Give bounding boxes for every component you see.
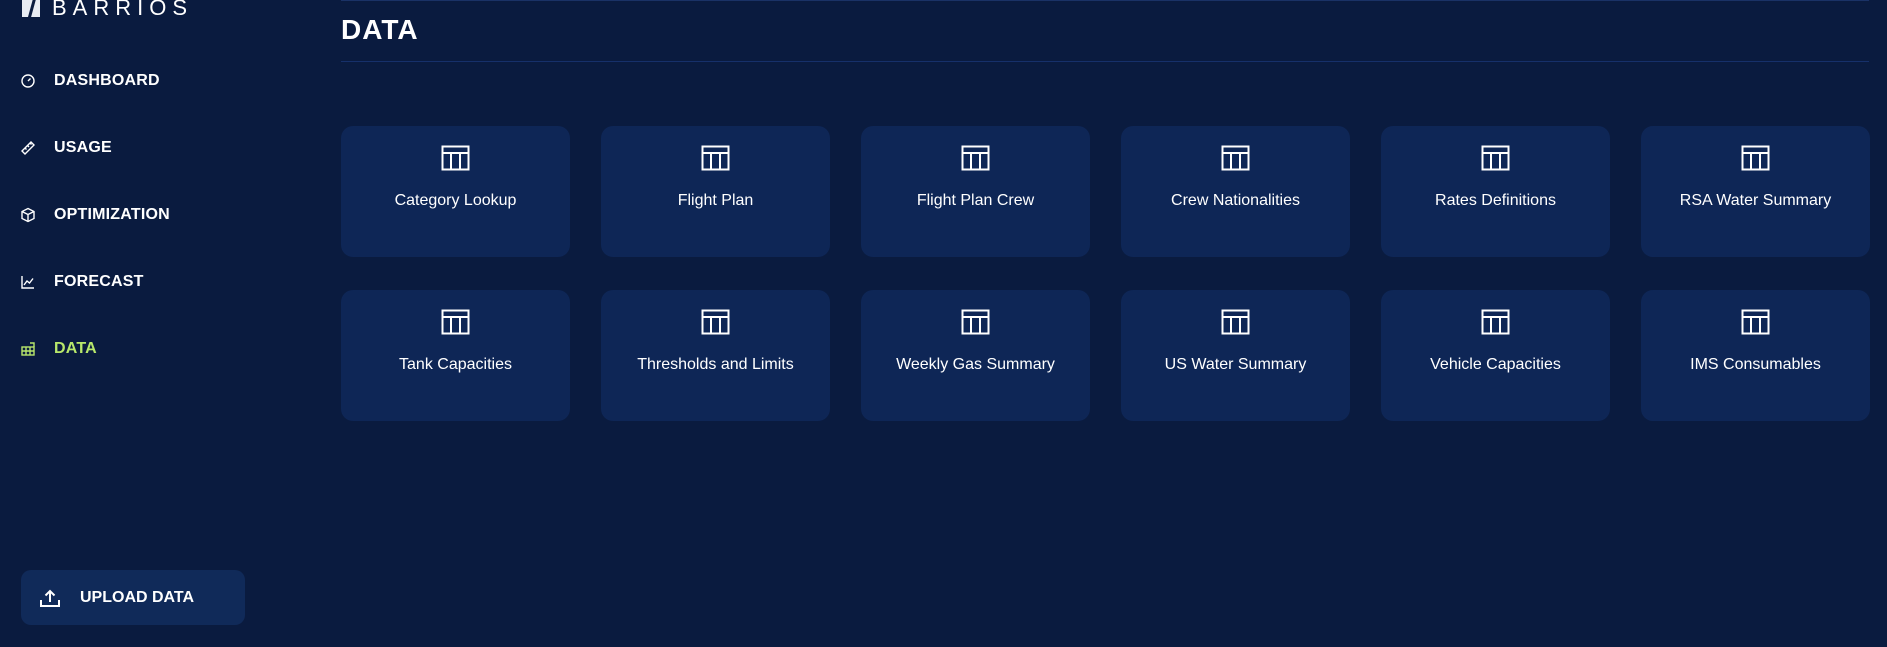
card-label: Vehicle Capacities	[1430, 356, 1561, 373]
table-icon	[441, 145, 470, 171]
line-chart-icon	[21, 276, 34, 289]
table-icon	[961, 145, 990, 171]
card-label: US Water Summary	[1164, 356, 1307, 373]
sidebar-item-usage[interactable]: USAGE	[20, 130, 260, 166]
table-icon	[1741, 145, 1770, 171]
table-icon	[701, 309, 730, 335]
card-label: Crew Nationalities	[1171, 192, 1300, 209]
logo-mark-icon	[22, 0, 40, 19]
card-label: Weekly Gas Summary	[896, 356, 1055, 373]
sidebar-item-dashboard[interactable]: DASHBOARD	[20, 63, 260, 99]
data-card-tank-capacities[interactable]: Tank Capacities	[341, 290, 570, 421]
sidebar: BARRIOS DASHBOARD USAGE OPTIMIZATION FOR…	[0, 0, 300, 647]
data-card-vehicle-capacities[interactable]: Vehicle Capacities	[1381, 290, 1610, 421]
ruler-icon	[21, 141, 35, 155]
data-card-flight-plan-crew[interactable]: Flight Plan Crew	[861, 126, 1090, 257]
sidebar-item-label: USAGE	[54, 139, 112, 156]
sidebar-item-data[interactable]: DATA	[20, 331, 260, 367]
data-card-crew-nationalities[interactable]: Crew Nationalities	[1121, 126, 1350, 257]
sidebar-item-optimization[interactable]: OPTIMIZATION	[20, 197, 260, 233]
sidebar-item-label: FORECAST	[54, 273, 144, 290]
card-label: Flight Plan	[677, 192, 754, 209]
card-label: Flight Plan Crew	[916, 192, 1035, 209]
data-card-rsa-water-summary[interactable]: RSA Water Summary	[1641, 126, 1870, 257]
sidebar-item-label: OPTIMIZATION	[54, 206, 170, 223]
data-card-category-lookup[interactable]: Category Lookup	[341, 126, 570, 257]
table-icon	[1221, 145, 1250, 171]
upload-icon	[40, 589, 60, 607]
card-label: Rates Definitions	[1435, 192, 1556, 209]
page-title: DATA	[341, 14, 419, 45]
card-label: RSA Water Summary	[1679, 192, 1832, 209]
upload-data-button[interactable]: UPLOAD DATA	[21, 570, 245, 625]
gauge-icon	[21, 74, 35, 88]
cube-icon	[21, 207, 35, 223]
logo-text: BARRIOS	[52, 0, 194, 20]
data-card-weekly-gas-summary[interactable]: Weekly Gas Summary	[861, 290, 1090, 421]
table-icon	[961, 309, 990, 335]
top-divider	[341, 0, 1869, 1]
data-card-ims-consumables[interactable]: IMS Consumables	[1641, 290, 1870, 421]
data-card-us-water-summary[interactable]: US Water Summary	[1121, 290, 1350, 421]
table-icon	[1481, 145, 1510, 171]
data-table-icon	[21, 342, 35, 356]
table-icon	[1221, 309, 1250, 335]
brand-logo[interactable]: BARRIOS	[20, 0, 193, 20]
table-icon	[1481, 309, 1510, 335]
data-card-thresholds-and-limits[interactable]: Thresholds and Limits	[601, 290, 830, 421]
sidebar-item-label: DASHBOARD	[54, 72, 160, 89]
main-content: DATA Category Lookup Flight Plan Flight …	[341, 0, 1870, 647]
table-icon	[701, 145, 730, 171]
card-label: IMS Consumables	[1690, 356, 1821, 373]
card-label: Category Lookup	[394, 192, 517, 209]
data-card-rates-definitions[interactable]: Rates Definitions	[1381, 126, 1610, 257]
data-card-grid: Category Lookup Flight Plan Flight Plan …	[341, 126, 1870, 421]
card-label: Tank Capacities	[399, 356, 512, 373]
sidebar-item-label: DATA	[54, 340, 97, 357]
upload-data-label: UPLOAD DATA	[80, 588, 195, 606]
table-icon	[1741, 309, 1770, 335]
title-divider	[341, 61, 1869, 62]
table-icon	[441, 309, 470, 335]
sidebar-item-forecast[interactable]: FORECAST	[20, 264, 260, 300]
card-label: Thresholds and Limits	[637, 356, 794, 373]
data-card-flight-plan[interactable]: Flight Plan	[601, 126, 830, 257]
